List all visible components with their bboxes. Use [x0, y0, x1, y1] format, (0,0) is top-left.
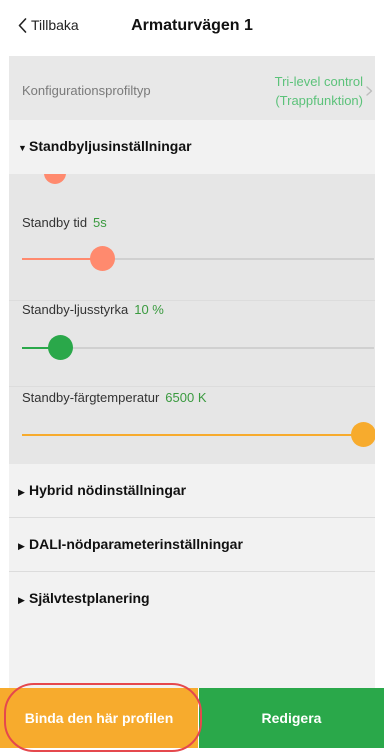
triangle-down-icon: ▼ — [18, 143, 27, 153]
standby-time-slider[interactable] — [22, 246, 374, 271]
standby-color-temp-slider[interactable] — [22, 422, 375, 447]
standby-time-label: Standby tid 5s — [22, 215, 107, 230]
chevron-right-icon — [366, 86, 373, 96]
standby-settings-panel: Standby tid 5s Standby-ljusstyrka 10 % Sta… — [9, 174, 375, 464]
right-gutter — [375, 56, 384, 688]
section-self-test-title: Självtestplanering — [29, 590, 150, 606]
profile-type-label: Konfigurationsprofiltyp — [22, 83, 151, 98]
section-dali-emergency-title: DALI-nödparameterinställningar — [29, 536, 243, 552]
standby-color-temp-fill — [22, 434, 364, 436]
divider — [9, 300, 375, 301]
edit-label: Redigera — [261, 710, 322, 726]
bind-profile-label: Binda den här profilen — [24, 710, 174, 726]
standby-brightness-thumb[interactable] — [48, 335, 74, 360]
profile-type-value: Tri-level control (Trappfunktion) — [275, 72, 363, 110]
standby-color-temp-value: 6500 K — [165, 390, 207, 405]
standby-color-temp-label: Standby-färgtemperatur 6500 K — [22, 390, 207, 405]
edit-button[interactable]: Redigera — [199, 688, 384, 748]
standby-brightness-slider[interactable] — [22, 335, 374, 360]
standby-brightness-label-text: Standby-ljusstyrka — [22, 302, 129, 317]
standby-color-temp-label-text: Standby-färgtemperatur — [22, 390, 160, 405]
section-standby-title: Standbyljusinställningar — [29, 138, 192, 154]
bind-profile-button[interactable]: Binda den här profilen — [0, 688, 198, 748]
profile-type-value-line1: Tri-level control — [274, 74, 363, 89]
left-gutter — [0, 56, 9, 688]
standby-brightness-value: 10 % — [134, 302, 164, 317]
page-title: Armaturvägen 1 — [131, 17, 253, 34]
triangle-right-icon: ▶ — [18, 595, 25, 605]
standby-color-temp-thumb[interactable] — [351, 422, 375, 447]
profile-type-row[interactable]: Konfigurationsprofiltyp Tri-level contro… — [9, 56, 375, 120]
section-dali-emergency[interactable]: ▶ DALI-nödparameterinställningar — [9, 518, 375, 572]
divider — [9, 386, 375, 387]
standby-time-value: 5s — [93, 215, 107, 230]
section-standby-header[interactable]: ▼ Standbyljusinställningar — [9, 120, 375, 174]
previous-slider-thumb[interactable] — [44, 174, 66, 184]
section-hybrid-emergency[interactable]: ▶ Hybrid nödinställningar — [9, 464, 375, 518]
triangle-right-icon: ▶ — [18, 541, 25, 551]
top-bar: Tillbaka Armaturvägen 1 — [0, 0, 384, 56]
standby-time-label-text: Standby tid — [22, 215, 88, 230]
triangle-right-icon: ▶ — [18, 487, 25, 497]
profile-type-value-line2: (Trappfunktion) — [275, 93, 363, 108]
standby-time-thumb[interactable] — [90, 246, 116, 271]
section-self-test[interactable]: ▶ Självtestplanering — [9, 572, 375, 626]
standby-brightness-label: Standby-ljusstyrka 10 % — [22, 302, 164, 317]
section-hybrid-emergency-title: Hybrid nödinställningar — [29, 482, 187, 498]
settings-content: Konfigurationsprofiltyp Tri-level contro… — [9, 56, 375, 688]
